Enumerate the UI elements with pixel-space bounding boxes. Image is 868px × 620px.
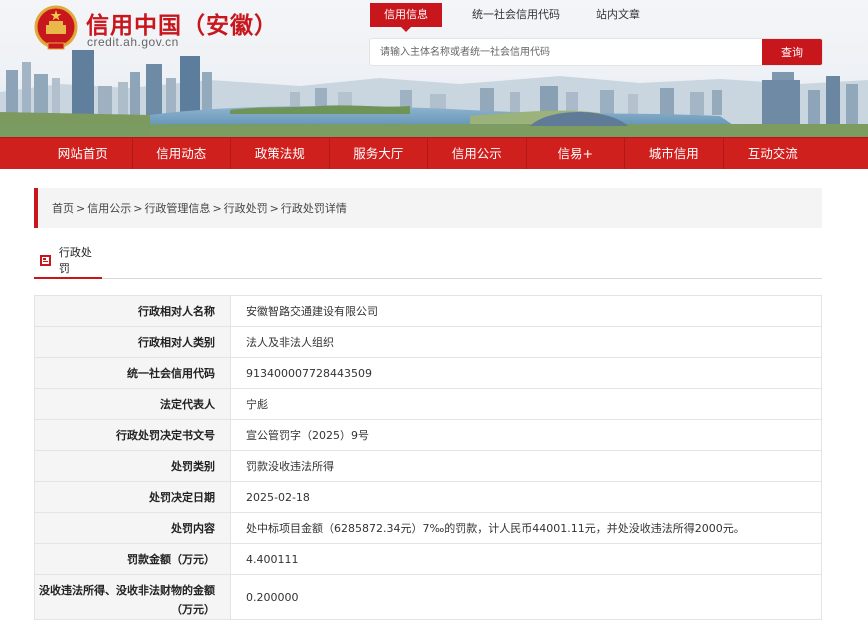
field-value: 罚款没收违法所得 bbox=[230, 450, 822, 482]
field-label: 法定代表人 bbox=[34, 388, 231, 420]
breadcrumb-separator: > bbox=[133, 201, 143, 215]
field-label: 处罚类别 bbox=[34, 450, 231, 482]
nav-xinyi-plus[interactable]: 信易+ bbox=[527, 138, 625, 169]
field-label: 行政相对人类别 bbox=[34, 326, 231, 358]
table-row: 处罚类别 罚款没收违法所得 bbox=[34, 450, 822, 482]
breadcrumb-penalty[interactable]: 行政处罚 bbox=[224, 200, 268, 216]
nav-home[interactable]: 网站首页 bbox=[34, 138, 133, 169]
tab-site-articles[interactable]: 站内文章 bbox=[582, 3, 654, 27]
table-row: 行政相对人名称 安徽智路交通建设有限公司 bbox=[34, 295, 822, 327]
nav-credit-news[interactable]: 信用动态 bbox=[133, 138, 231, 169]
field-label: 罚款金额（万元） bbox=[34, 543, 231, 575]
breadcrumb-separator: > bbox=[76, 201, 86, 215]
nav-interaction[interactable]: 互动交流 bbox=[724, 138, 823, 169]
table-row: 罚款金额（万元） 4.400111 bbox=[34, 543, 822, 575]
table-row: 法定代表人 宁彪 bbox=[34, 388, 822, 420]
national-emblem-icon bbox=[34, 5, 78, 50]
table-row: 统一社会信用代码 913400007728443509 bbox=[34, 357, 822, 389]
field-value: 安徽智路交通建设有限公司 bbox=[230, 295, 822, 327]
section-tab[interactable]: 行政处罚 bbox=[34, 243, 102, 279]
field-label: 没收违法所得、没收非法财物的金额（万元） bbox=[34, 574, 231, 620]
table-row: 没收违法所得、没收非法财物的金额（万元） 0.200000 bbox=[34, 574, 822, 620]
site-domain: credit.ah.gov.cn bbox=[87, 35, 179, 49]
field-value: 处中标项目金额（6285872.34元）7‰的罚款，计人民币44001.11元，… bbox=[230, 512, 822, 544]
section-title: 行政处罚 bbox=[58, 246, 92, 275]
penalty-detail-table: 行政相对人名称 安徽智路交通建设有限公司 行政相对人类别 法人及非法人组织 统一… bbox=[34, 295, 822, 620]
document-icon bbox=[40, 254, 51, 266]
breadcrumb-separator: > bbox=[212, 201, 222, 215]
section-header: 行政处罚 bbox=[34, 243, 822, 279]
nav-credit-publicity[interactable]: 信用公示 bbox=[428, 138, 527, 169]
search-button[interactable]: 查询 bbox=[762, 39, 822, 65]
field-label: 处罚决定日期 bbox=[34, 481, 231, 513]
breadcrumb: 首页 > 信用公示 > 行政管理信息 > 行政处罚 > 行政处罚详情 bbox=[34, 188, 822, 228]
field-value: 宣公管罚字（2025）9号 bbox=[230, 419, 822, 451]
table-row: 处罚决定日期 2025-02-18 bbox=[34, 481, 822, 513]
tab-credit-info[interactable]: 信用信息 bbox=[370, 3, 442, 32]
field-value: 2025-02-18 bbox=[230, 481, 822, 513]
field-label: 统一社会信用代码 bbox=[34, 357, 231, 389]
breadcrumb-home[interactable]: 首页 bbox=[52, 200, 74, 216]
field-value: 0.200000 bbox=[230, 574, 822, 620]
field-value: 法人及非法人组织 bbox=[230, 326, 822, 358]
table-row: 处罚内容 处中标项目金额（6285872.34元）7‰的罚款，计人民币44001… bbox=[34, 512, 822, 544]
table-row: 行政处罚决定书文号 宣公管罚字（2025）9号 bbox=[34, 419, 822, 451]
nav-service-hall[interactable]: 服务大厅 bbox=[330, 138, 428, 169]
main-nav: 网站首页 信用动态 政策法规 服务大厅 信用公示 信易+ 城市信用 互动交流 bbox=[0, 137, 868, 169]
nav-city-credit[interactable]: 城市信用 bbox=[625, 138, 724, 169]
tab-unified-code[interactable]: 统一社会信用代码 bbox=[458, 3, 574, 27]
table-row: 行政相对人类别 法人及非法人组织 bbox=[34, 326, 822, 358]
field-value: 宁彪 bbox=[230, 388, 822, 420]
breadcrumb-separator: > bbox=[269, 201, 279, 215]
field-label: 处罚内容 bbox=[34, 512, 231, 544]
field-value: 913400007728443509 bbox=[230, 357, 822, 389]
breadcrumb-credit-publicity[interactable]: 信用公示 bbox=[87, 200, 131, 216]
field-label: 行政处罚决定书文号 bbox=[34, 419, 231, 451]
site-header: 信用中国（安徽） credit.ah.gov.cn 信用信息 统一社会信用代码 … bbox=[0, 0, 868, 137]
search-input[interactable] bbox=[370, 39, 762, 65]
field-value: 4.400111 bbox=[230, 543, 822, 575]
field-label: 行政相对人名称 bbox=[34, 295, 231, 327]
breadcrumb-admin-info[interactable]: 行政管理信息 bbox=[144, 200, 210, 216]
breadcrumb-penalty-detail: 行政处罚详情 bbox=[280, 202, 347, 215]
search-type-tabs: 信用信息 统一社会信用代码 站内文章 bbox=[370, 3, 654, 32]
search-bar: 查询 bbox=[370, 39, 822, 65]
nav-policies[interactable]: 政策法规 bbox=[231, 138, 330, 169]
